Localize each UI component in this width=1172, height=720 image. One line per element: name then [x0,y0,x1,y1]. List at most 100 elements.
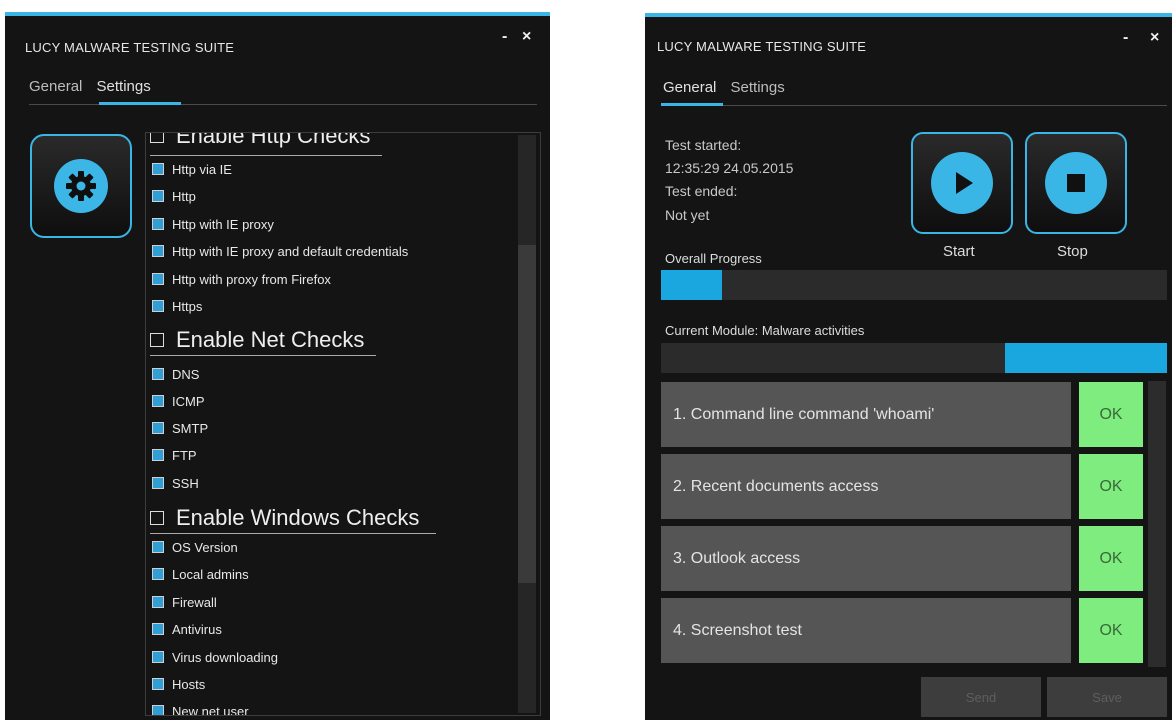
check-item-label: Http with IE proxy and default credentia… [172,243,409,259]
minimize-button[interactable]: - [1123,29,1128,47]
section-checkbox-windows[interactable] [150,511,164,525]
minimize-button[interactable]: - [502,28,507,46]
start-button[interactable] [911,132,1013,234]
section-underline [150,533,436,534]
check-item-label: New net user [172,703,249,716]
tab-settings[interactable]: Settings [97,78,151,95]
module-row: 1. Command line command 'whoami' [661,382,1071,447]
check-item: DNS [152,364,199,384]
check-item: Antivirus [152,619,222,639]
tab-divider [661,105,1167,106]
checkbox[interactable] [152,596,164,608]
checkbox[interactable] [152,245,164,257]
start-label: Start [943,243,975,260]
section-header-label: Enable Http Checks [176,132,371,148]
stop-icon [1045,152,1107,214]
status-ok-badge: OK [1079,454,1143,519]
checkbox[interactable] [152,218,164,230]
section-checkbox-net[interactable] [150,333,164,347]
close-button[interactable]: × [1150,29,1159,47]
test-window: LUCY MALWARE TESTING SUITE - × General S… [645,13,1172,720]
active-tab-indicator [99,102,181,105]
section-header-http: Enable Http Checks [150,132,371,149]
checkbox[interactable] [152,449,164,461]
module-row: 4. Screenshot test [661,598,1071,663]
checkbox[interactable] [152,541,164,553]
check-item: OS Version [152,537,238,557]
test-ended-label: Test ended: [665,183,738,199]
section-underline [150,355,376,356]
check-item-label: Local admins [172,566,249,582]
checkbox[interactable] [152,568,164,580]
check-item-label: Firewall [172,594,217,610]
check-item-label: Http with proxy from Firefox [172,271,331,287]
stop-button[interactable] [1025,132,1127,234]
tab-bar: General Settings [29,78,161,95]
send-button[interactable]: Send [921,677,1041,717]
check-item: Virus downloading [152,647,278,667]
check-item-label: Http [172,188,196,204]
checkbox[interactable] [152,422,164,434]
section-checkbox-http[interactable] [150,133,164,143]
overall-progress-bar [661,270,1167,300]
checkbox[interactable] [152,163,164,175]
checkbox[interactable] [152,368,164,380]
tab-general[interactable]: General [663,79,716,96]
section-header-net: Enable Net Checks [150,327,364,353]
checkbox[interactable] [152,678,164,690]
settings-window: LUCY MALWARE TESTING SUITE - × General S… [5,12,550,720]
check-item-label: ICMP [172,393,205,409]
checkbox[interactable] [152,651,164,663]
check-item: Hosts [152,674,205,694]
check-item: Http [152,186,196,206]
check-item-label: Antivirus [172,621,222,637]
module-row: 2. Recent documents access [661,454,1071,519]
section-header-label: Enable Net Checks [176,327,365,352]
tab-settings[interactable]: Settings [731,79,785,96]
checkbox[interactable] [152,477,164,489]
check-item: SMTP [152,418,208,438]
check-item-label: SSH [172,475,199,491]
check-item-label: FTP [172,447,197,463]
module-list-scrollbar[interactable] [1148,381,1166,667]
checkbox[interactable] [152,395,164,407]
check-item: SSH [152,473,199,493]
check-item-label: Hosts [172,676,206,692]
check-item: Http with IE proxy and default credentia… [152,241,408,261]
section-header-windows: Enable Windows Checks [150,505,419,531]
test-started-value: 12:35:29 24.05.2015 [665,160,794,176]
check-item: Http via IE [152,159,232,179]
checkbox[interactable] [152,705,164,715]
check-item: ICMP [152,391,205,411]
check-item-label: DNS [172,366,200,382]
save-button[interactable]: Save [1047,677,1167,717]
checkbox[interactable] [152,273,164,285]
check-item: FTP [152,445,197,465]
checkbox[interactable] [152,300,164,312]
settings-list[interactable]: Enable Http Checks Http via IE Http Http… [145,132,541,716]
check-item-label: Http via IE [172,161,232,177]
overall-progress-label: Overall Progress [665,251,762,266]
status-ok-badge: OK [1079,382,1143,447]
current-module-label: Current Module: Malware activities [665,323,865,338]
close-button[interactable]: × [522,28,531,46]
check-item-label: Virus downloading [172,649,278,665]
checkbox[interactable] [152,623,164,635]
check-item: Http with IE proxy [152,214,274,234]
check-item: Firewall [152,592,217,612]
module-row: 3. Outlook access [661,526,1071,591]
settings-button[interactable] [30,134,132,238]
tab-general[interactable]: General [29,78,82,95]
checkbox[interactable] [152,190,164,202]
stop-label: Stop [1057,243,1088,260]
check-item: Https [152,296,202,316]
check-item: New net user [152,701,249,716]
status-ok-badge: OK [1079,526,1143,591]
gear-icon [54,159,108,213]
play-icon [931,152,993,214]
scrollbar-thumb[interactable] [518,245,536,583]
test-started-label: Test started: [665,137,742,153]
active-tab-indicator [661,103,723,106]
status-ok-badge: OK [1079,598,1143,663]
check-item-label: SMTP [172,420,209,436]
